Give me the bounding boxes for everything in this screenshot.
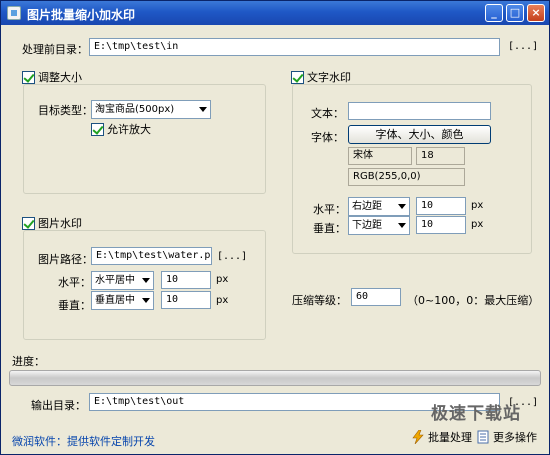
chevron-down-icon [398,223,406,228]
chevron-down-icon [142,298,150,303]
text-h-align-value: 右边距 [352,201,382,212]
app-window: 图片批量缩小加水印 _ □ × 处理前目录： E:\tmp\test\in [.… [0,0,550,455]
chevron-down-icon [142,278,150,283]
checkbox-check-icon [22,216,35,230]
image-watermark-checkbox[interactable]: 图片水印 [22,215,82,231]
window-title: 图片批量缩小加水印 [27,8,136,22]
resize-checkbox[interactable]: 调整大小 [22,69,82,85]
app-icon [7,6,21,20]
close-button[interactable]: × [527,4,545,22]
text-label: 文本： [311,107,344,120]
text-h-label: 水平： [313,203,346,216]
image-v-align-value: 垂直居中 [95,295,135,306]
vendor-link[interactable]: 微润软件：提供软件定制开发 [12,433,155,449]
resize-checkbox-label: 调整大小 [38,71,82,84]
target-type-value: 淘宝商品(500px) [95,104,175,115]
font-size-display: 18 [416,147,465,165]
image-h-align-value: 水平居中 [95,275,135,286]
text-field[interactable] [348,102,491,120]
text-watermark-checkbox[interactable]: 文字水印 [291,69,351,85]
font-color-display: RGB(255,0,0) [348,168,465,186]
input-dir-label: 处理前目录： [22,43,88,56]
image-h-label: 水平： [58,276,91,289]
chevron-down-icon [199,107,207,112]
image-v-offset-field[interactable]: 10 [161,291,211,309]
progress-bar [9,370,541,386]
image-v-unit: px [216,295,229,306]
batch-process-label: 批量处理 [428,431,472,444]
text-v-align-select[interactable]: 下边距 [348,216,410,235]
chevron-down-icon [398,204,406,209]
image-h-unit: px [216,274,229,285]
progress-label: 进度： [12,355,45,368]
checkbox-check-icon [22,70,35,84]
text-v-align-value: 下边距 [352,220,382,231]
text-v-offset-field[interactable]: 10 [416,216,466,234]
compression-hint: （0~100，0：最大压缩） [407,294,540,307]
allow-enlarge-checkbox[interactable]: 允许放大 [91,121,151,137]
more-actions-button[interactable]: 更多操作 [476,429,537,445]
text-h-align-select[interactable]: 右边距 [348,197,410,216]
image-path-label: 图片路径： [38,253,93,266]
compression-label: 压缩等级： [292,294,347,307]
font-settings-button[interactable]: 字体、大小、颜色 [348,125,491,144]
target-type-label: 目标类型： [38,104,93,117]
minimize-button[interactable]: _ [485,4,503,22]
site-watermark-logo: 极速下载站 [431,404,521,424]
font-label: 字体： [311,131,344,144]
checkbox-check-icon [291,70,304,84]
output-dir-label: 输出目录： [31,399,86,412]
image-watermark-checkbox-label: 图片水印 [38,217,82,230]
maximize-button[interactable]: □ [506,4,524,22]
image-v-label: 垂直： [58,299,91,312]
compression-field[interactable]: 60 [351,288,401,306]
lightning-icon [412,430,424,444]
allow-enlarge-label: 允许放大 [107,123,151,136]
image-h-align-select[interactable]: 水平居中 [91,271,154,290]
title-bar[interactable]: 图片批量缩小加水印 _ □ × [1,1,549,25]
text-h-unit: px [471,200,484,211]
image-path-field[interactable]: E:\tmp\test\water.png [91,247,212,265]
more-actions-label: 更多操作 [493,431,537,444]
image-path-browse-button[interactable]: [...] [217,251,247,262]
text-watermark-checkbox-label: 文字水印 [307,71,351,84]
batch-process-button[interactable]: 批量处理 [411,429,472,445]
target-type-select[interactable]: 淘宝商品(500px) [91,100,211,119]
text-h-offset-field[interactable]: 10 [416,197,466,215]
image-v-align-select[interactable]: 垂直居中 [91,291,154,310]
input-dir-field[interactable]: E:\tmp\test\in [89,38,500,56]
document-icon [477,430,489,444]
text-v-unit: px [471,219,484,230]
checkbox-check-icon [91,122,104,136]
input-dir-browse-button[interactable]: [...] [508,41,538,52]
font-name-display: 宋体 [348,147,412,165]
image-h-offset-field[interactable]: 10 [161,271,211,289]
text-v-label: 垂直： [313,222,346,235]
